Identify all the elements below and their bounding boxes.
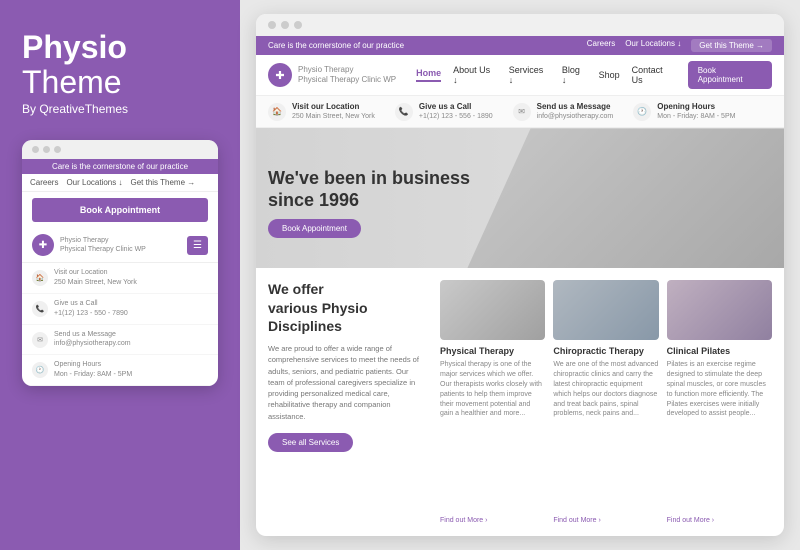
- mobile-notice-bar: Care is the cornerstone of our practice: [22, 159, 218, 174]
- info-hours-text: Opening Hours Mon - Friday: 8AM - 5PM: [657, 102, 735, 121]
- service-card-1: Chiropractic Therapy We are one of the m…: [553, 280, 658, 524]
- nav-contact[interactable]: Contact Us: [632, 65, 676, 85]
- mobile-info-email: ✉ Send us a Message info@physiotherapy.c…: [22, 325, 218, 356]
- info-location-text: Visit our Location 250 Main Street, New …: [292, 102, 375, 121]
- notice-careers[interactable]: Careers: [587, 39, 615, 52]
- hours-text: Opening Hours Mon - Friday: 8AM - 5PM: [54, 360, 132, 380]
- desktop-logo-text: Physio Therapy Physical Therapy Clinic W…: [298, 65, 396, 86]
- info-email-text: Send us a Message info@physiotherapy.com: [537, 102, 614, 121]
- mobile-info-location: 🏠 Visit our Location 250 Main Street, Ne…: [22, 263, 218, 294]
- hero-heading: We've been in business since 1996: [268, 168, 470, 211]
- mobile-logo-text: Physio Therapy Physical Therapy Clinic W…: [60, 236, 146, 254]
- desktop-hero: We've been in business since 1996 Book A…: [256, 128, 784, 268]
- get-theme-button[interactable]: Get this Theme →: [691, 39, 772, 52]
- service-cards: Physical Therapy Physical therapy is one…: [436, 268, 784, 536]
- find-out-more-2[interactable]: Find out More ›: [667, 517, 772, 524]
- location-icon: 🏠: [32, 270, 48, 286]
- dot-1: [32, 146, 39, 153]
- info-email: ✉ Send us a Message info@physiotherapy.c…: [513, 102, 614, 121]
- email-text: Send us a Message info@physiotherapy.com: [54, 330, 131, 350]
- dot-3: [54, 146, 61, 153]
- desktop-dot-2: [281, 21, 289, 29]
- phone-icon: 📞: [32, 301, 48, 317]
- mobile-logo-row: ✚ Physio Therapy Physical Therapy Clinic…: [22, 228, 218, 263]
- phone-text: Give us a Call +1(12) 123 - 550 - 7890: [54, 299, 128, 319]
- mobile-top-bar: [22, 140, 218, 159]
- notice-locations[interactable]: Our Locations ↓: [625, 39, 681, 52]
- mobile-nav-careers[interactable]: Careers: [30, 178, 58, 187]
- service-text-1: We are one of the most advanced chiropra…: [553, 360, 658, 513]
- desktop-nav-links: Home About Us ↓ Services ↓ Blog ↓ Shop C…: [416, 61, 772, 89]
- hero-background: [467, 128, 784, 268]
- mobile-logo-icon: ✚: [32, 234, 54, 256]
- info-location: 🏠 Visit our Location 250 Main Street, Ne…: [268, 102, 375, 121]
- mobile-hamburger-icon[interactable]: ☰: [187, 236, 208, 255]
- right-panel: Care is the cornerstone of our practice …: [240, 0, 800, 550]
- mobile-nav-bar[interactable]: Careers Our Locations ↓ Get this Theme →: [22, 174, 218, 192]
- nav-shop[interactable]: Shop: [599, 70, 620, 80]
- service-img-0: [440, 280, 545, 340]
- desktop-book-button[interactable]: Book Appointment: [688, 61, 772, 89]
- desktop-dot-3: [294, 21, 302, 29]
- hero-text: We've been in business since 1996 Book A…: [268, 168, 470, 238]
- left-panel: Physio Theme By QreativeThemes Care is t…: [0, 0, 240, 550]
- info-hours-icon: 🕐: [633, 103, 651, 121]
- nav-services[interactable]: Services ↓: [509, 65, 550, 85]
- service-text-2: Pilates is an exercise regime designed t…: [667, 360, 772, 513]
- desktop-notice-bar: Care is the cornerstone of our practice …: [256, 36, 784, 55]
- desktop-notice-links[interactable]: Careers Our Locations ↓ Get this Theme →: [587, 39, 772, 52]
- desktop-browser-bar: [256, 14, 784, 36]
- find-out-more-0[interactable]: Find out More ›: [440, 517, 545, 524]
- desktop-logo: ✚ Physio Therapy Physical Therapy Clinic…: [268, 63, 396, 87]
- info-location-icon: 🏠: [268, 103, 286, 121]
- brand-byline: By QreativeThemes: [22, 102, 218, 116]
- desktop-nav: ✚ Physio Therapy Physical Therapy Clinic…: [256, 55, 784, 96]
- brand-title: Physio Theme: [22, 30, 218, 100]
- mobile-info-phone: 📞 Give us a Call +1(12) 123 - 550 - 7890: [22, 294, 218, 325]
- mobile-mockup: Care is the cornerstone of our practice …: [22, 140, 218, 385]
- desktop-notice-text: Care is the cornerstone of our practice: [268, 41, 404, 50]
- info-email-icon: ✉: [513, 103, 531, 121]
- desktop-info-bar: 🏠 Visit our Location 250 Main Street, Ne…: [256, 96, 784, 128]
- desktop-mockup: Care is the cornerstone of our practice …: [256, 14, 784, 536]
- dot-2: [43, 146, 50, 153]
- brand-block: Physio Theme By QreativeThemes: [22, 30, 218, 126]
- mobile-nav-locations[interactable]: Our Locations ↓: [66, 178, 122, 187]
- info-phone-text: Give us a Call +1(12) 123 - 556 - 1890: [419, 102, 493, 121]
- hero-book-button[interactable]: Book Appointment: [268, 219, 361, 238]
- desktop-main-content: We offer various Physio Disciplines We a…: [256, 268, 784, 536]
- content-left: We offer various Physio Disciplines We a…: [256, 268, 436, 536]
- service-title-1: Chiropractic Therapy: [553, 346, 658, 356]
- service-card-0: Physical Therapy Physical therapy is one…: [440, 280, 545, 524]
- nav-about[interactable]: About Us ↓: [453, 65, 497, 85]
- nav-blog[interactable]: Blog ↓: [562, 65, 587, 85]
- desktop-dot-1: [268, 21, 276, 29]
- email-icon: ✉: [32, 332, 48, 348]
- nav-home[interactable]: Home: [416, 68, 441, 82]
- mobile-logo-left: ✚ Physio Therapy Physical Therapy Clinic…: [32, 234, 146, 256]
- info-hours: 🕐 Opening Hours Mon - Friday: 8AM - 5PM: [633, 102, 735, 121]
- content-description: We are proud to offer a wide range of co…: [268, 343, 424, 422]
- service-text-0: Physical therapy is one of the major ser…: [440, 360, 545, 513]
- clock-icon: 🕐: [32, 362, 48, 378]
- service-img-1: [553, 280, 658, 340]
- location-text: Visit our Location 250 Main Street, New …: [54, 268, 137, 288]
- mobile-info-hours: 🕐 Opening Hours Mon - Friday: 8AM - 5PM: [22, 355, 218, 386]
- mobile-book-button[interactable]: Book Appointment: [32, 198, 208, 222]
- info-phone-icon: 📞: [395, 103, 413, 121]
- service-title-2: Clinical Pilates: [667, 346, 772, 356]
- service-card-2: Clinical Pilates Pilates is an exercise …: [667, 280, 772, 524]
- see-services-button[interactable]: See all Services: [268, 433, 353, 452]
- desktop-logo-icon: ✚: [268, 63, 292, 87]
- content-heading: We offer various Physio Disciplines: [268, 280, 424, 335]
- find-out-more-1[interactable]: Find out More ›: [553, 517, 658, 524]
- service-title-0: Physical Therapy: [440, 346, 545, 356]
- info-phone: 📞 Give us a Call +1(12) 123 - 556 - 1890: [395, 102, 493, 121]
- service-img-2: [667, 280, 772, 340]
- mobile-nav-theme[interactable]: Get this Theme →: [130, 178, 195, 187]
